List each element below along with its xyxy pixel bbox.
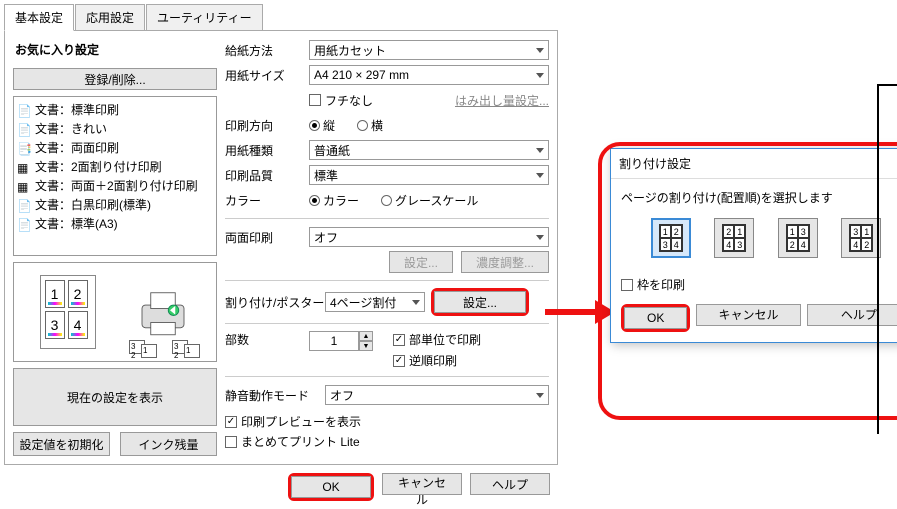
spinner-down[interactable]: ▼ [359, 341, 373, 351]
preview-sheet: 12 34 [40, 275, 96, 349]
duplex-icon: 📑 [17, 142, 31, 154]
presets-title: お気に入り設定 [15, 41, 217, 58]
orientation-portrait-radio[interactable]: 縦 [309, 117, 335, 134]
settings-column: 給紙方法 用紙カセット 用紙サイズ A4 210 × 297 mm フチなし は… [225, 39, 549, 456]
list-item[interactable]: 📄文書：白黒印刷(標準) [17, 195, 213, 214]
highlight-box: 設定... [431, 288, 529, 316]
borderless-checkbox[interactable]: フチなし [309, 92, 373, 109]
paper-type-select[interactable]: 普通紙 [309, 140, 549, 160]
paper-type-label: 用紙種類 [225, 142, 309, 159]
paper-source-select[interactable]: 用紙カセット [309, 40, 549, 60]
quality-label: 印刷品質 [225, 167, 309, 184]
layout-dialog-message: ページの割り付け(配置順)を選択します [621, 189, 897, 206]
duplex-settings-button: 設定... [389, 251, 453, 273]
layout-option-2[interactable]: 2143 [714, 218, 754, 258]
print-preview: 12 34 321 321 [13, 262, 217, 362]
cancel-button[interactable]: キャンセル [382, 473, 462, 495]
layout-option-1[interactable]: 1234 [651, 218, 691, 258]
page-edge-decoration [877, 84, 897, 434]
list-item[interactable]: 📑文書：両面印刷 [17, 138, 213, 157]
layout-option-3[interactable]: 1324 [778, 218, 818, 258]
layout-select[interactable]: 4ページ割付 [325, 292, 425, 312]
color-radio[interactable]: カラー [309, 192, 359, 209]
document-icon: 📄 [17, 199, 31, 211]
tab-advanced[interactable]: 応用設定 [75, 4, 145, 30]
layout-option-4[interactable]: 3142 [841, 218, 881, 258]
duplex-select[interactable]: オフ [309, 227, 549, 247]
collate-preview-icon: 321 [172, 340, 212, 358]
reset-settings-button[interactable]: 設定値を初期化 [13, 432, 110, 456]
list-item[interactable]: ▦文書：両面＋2面割り付け印刷 [17, 176, 213, 195]
reverse-order-checkbox[interactable]: 逆順印刷 [393, 352, 481, 369]
help-button[interactable]: ヘルプ [470, 473, 550, 495]
quality-select[interactable]: 標準 [309, 165, 549, 185]
tab-utility[interactable]: ユーティリティー [146, 4, 263, 30]
grayscale-radio[interactable]: グレースケール [381, 192, 478, 209]
layout-settings-button[interactable]: 設定... [434, 291, 526, 313]
copies-spinner[interactable]: ▲▼ [309, 331, 373, 351]
print-dialog: 基本設定 応用設定 ユーティリティー お気に入り設定 登録/削除... 📄文書：… [4, 4, 558, 502]
bleed-settings-link: はみ出し量設定... [455, 92, 549, 109]
layout-options-grid: 1234 2143 1324 3142 [621, 218, 897, 270]
dialog-button-row: OK キャンセル ヘルプ [4, 465, 558, 509]
highlight-box: OK [288, 473, 374, 501]
layout-cancel-button[interactable]: キャンセル [696, 304, 800, 326]
paper-size-label: 用紙サイズ [225, 67, 309, 84]
tab-content-basic: お気に入り設定 登録/削除... 📄文書：標準印刷 📄文書：きれい 📑文書：両面… [4, 31, 558, 465]
copies-label: 部数 [225, 331, 309, 348]
color-label: カラー [225, 192, 309, 209]
list-item[interactable]: 📄文書：標準印刷 [17, 100, 213, 119]
presets-list[interactable]: 📄文書：標準印刷 📄文書：きれい 📑文書：両面印刷 ▦文書：2面割り付け印刷 ▦… [13, 96, 217, 256]
ok-button[interactable]: OK [291, 476, 371, 498]
quiet-mode-label: 静音動作モード [225, 387, 325, 404]
ink-level-button[interactable]: インク残量 [120, 432, 217, 456]
layout-dialog-button-row: OK キャンセル ヘルプ [621, 304, 897, 332]
printer-icon [135, 284, 191, 340]
layout-label: 割り付け/ポスター [225, 294, 325, 311]
document-icon: 📄 [17, 104, 31, 116]
orientation-label: 印刷方向 [225, 117, 309, 134]
duplex-label: 両面印刷 [225, 229, 309, 246]
document-icon: 📄 [17, 218, 31, 230]
quiet-mode-select[interactable]: オフ [325, 385, 549, 405]
tabs: 基本設定 応用設定 ユーティリティー [4, 4, 558, 31]
layout-dialog-wrap: 割り付け設定 ページの割り付け(配置順)を選択します 1234 2143 132… [610, 148, 897, 343]
orientation-landscape-radio[interactable]: 横 [357, 117, 383, 134]
layout-ok-button[interactable]: OK [624, 307, 687, 329]
copies-input[interactable] [309, 331, 359, 351]
layout-icon: ▦ [17, 180, 31, 192]
layout-icon: ▦ [17, 161, 31, 173]
document-icon: 📄 [17, 123, 31, 135]
list-item[interactable]: 📄文書：きれい [17, 119, 213, 138]
list-item[interactable]: ▦文書：2面割り付け印刷 [17, 157, 213, 176]
list-item[interactable]: 📄文書：標準(A3) [17, 214, 213, 233]
presets-column: お気に入り設定 登録/削除... 📄文書：標準印刷 📄文書：きれい 📑文書：両面… [13, 39, 217, 456]
tab-basic[interactable]: 基本設定 [4, 4, 74, 31]
register-delete-button[interactable]: 登録/削除... [13, 68, 217, 90]
layout-dialog-title: 割り付け設定 [611, 149, 897, 179]
print-frame-checkbox[interactable]: 枠を印刷 [621, 276, 685, 293]
collate-preview-icon: 321 [129, 340, 169, 358]
highlight-box: OK [621, 304, 690, 332]
density-adjust-button: 濃度調整... [461, 251, 549, 273]
arrow-icon [545, 300, 615, 324]
matomete-print-checkbox[interactable]: まとめてプリント Lite [225, 433, 549, 450]
collate-checkbox[interactable]: 部単位で印刷 [393, 331, 481, 348]
spinner-up[interactable]: ▲ [359, 331, 373, 341]
paper-size-select[interactable]: A4 210 × 297 mm [309, 65, 549, 85]
paper-source-label: 給紙方法 [225, 42, 309, 59]
layout-dialog: 割り付け設定 ページの割り付け(配置順)を選択します 1234 2143 132… [610, 148, 897, 343]
print-preview-checkbox[interactable]: 印刷プレビューを表示 [225, 413, 549, 430]
show-current-settings-button[interactable]: 現在の設定を表示 [13, 368, 217, 426]
